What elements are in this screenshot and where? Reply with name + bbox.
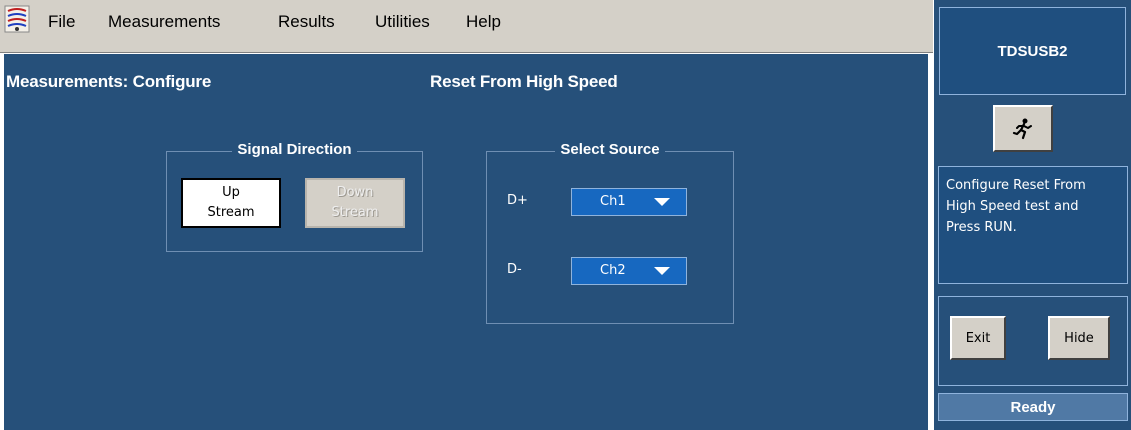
up-stream-line1: Up [222, 185, 240, 200]
dplus-source-value: Ch1 [600, 194, 626, 209]
down-stream-line2: Stream [331, 205, 379, 220]
window-buttons: Exit Hide [938, 296, 1128, 386]
dropdown-arrow-icon [654, 198, 670, 206]
test-title: Reset From High Speed [430, 72, 618, 91]
exit-button[interactable]: Exit [950, 316, 1006, 360]
menu-bar: File Measurements Results Utilities Help [0, 0, 933, 53]
page-title: Measurements: Configure [6, 72, 212, 91]
signal-direction-title: Signal Direction [232, 141, 357, 158]
hide-button[interactable]: Hide [1048, 316, 1110, 360]
select-source-title: Select Source [555, 141, 665, 158]
down-stream-line1: Down [336, 185, 374, 200]
select-source-group: Select Source D+ Ch1 D- Ch2 [486, 141, 734, 324]
configure-panel: Measurements: Configure Reset From High … [4, 54, 928, 430]
message-line-2: High Speed test and [946, 199, 1079, 214]
status-indicator: Ready [938, 393, 1128, 421]
app-logo-icon [4, 5, 30, 33]
dplus-source-dropdown[interactable]: Ch1 [571, 188, 687, 216]
message-line-3: Press RUN. [946, 220, 1017, 235]
menu-file[interactable]: File [48, 12, 75, 32]
dminus-source-dropdown[interactable]: Ch2 [571, 257, 687, 285]
dplus-label: D+ [507, 193, 528, 208]
dminus-label: D- [507, 262, 522, 277]
menu-utilities[interactable]: Utilities [375, 12, 430, 32]
running-man-icon [1012, 118, 1032, 139]
instruction-message: Configure Reset From High Speed test and… [938, 166, 1128, 284]
side-panel: TDSUSB2 Configure Reset From High Speed … [934, 0, 1131, 430]
run-button[interactable] [993, 105, 1053, 152]
down-stream-button[interactable]: Down Stream [305, 178, 405, 228]
menu-help[interactable]: Help [466, 12, 501, 32]
up-stream-line2: Stream [207, 205, 255, 220]
up-stream-button[interactable]: Up Stream [181, 178, 281, 228]
dropdown-arrow-icon [654, 267, 670, 275]
dminus-source-value: Ch2 [600, 263, 626, 278]
message-line-1: Configure Reset From [946, 178, 1086, 193]
app-name-label: TDSUSB2 [939, 7, 1126, 95]
menu-measurements[interactable]: Measurements [108, 12, 220, 32]
signal-direction-group: Signal Direction Up Stream Down Stream [166, 141, 423, 252]
menu-results[interactable]: Results [278, 12, 335, 32]
